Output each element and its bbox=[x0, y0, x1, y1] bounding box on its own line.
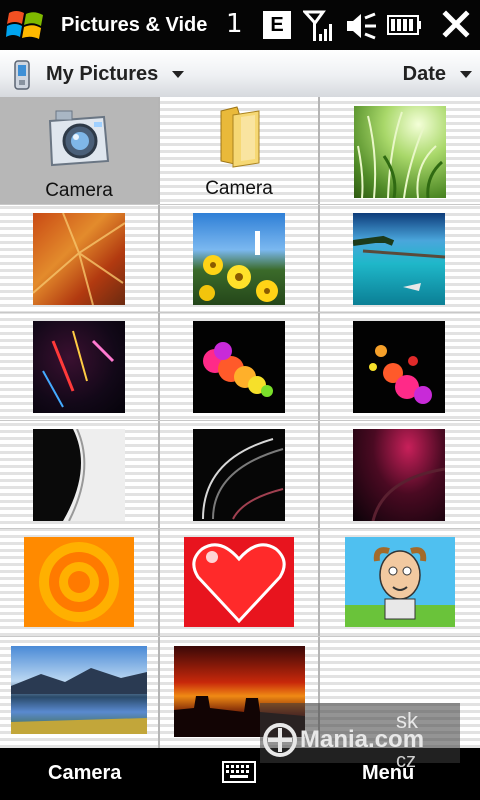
close-icon[interactable] bbox=[440, 8, 472, 40]
sort-dropdown[interactable]: Date bbox=[403, 61, 472, 87]
tropical-pier-photo bbox=[353, 213, 445, 305]
grid-divider bbox=[0, 420, 480, 421]
photo-thumbnail[interactable] bbox=[160, 421, 318, 528]
photo-thumbnail[interactable] bbox=[320, 97, 478, 204]
folder-dropdown-label: My Pictures bbox=[46, 63, 159, 85]
camera-icon bbox=[48, 110, 110, 167]
watermark-cz: cz bbox=[396, 750, 416, 772]
photo-thumbnail[interactable] bbox=[160, 205, 318, 312]
folder-header: My Pictures Date bbox=[0, 50, 480, 98]
yellow-flowers-photo bbox=[193, 213, 285, 305]
windows-start-icon[interactable] bbox=[6, 7, 46, 43]
signal-icon[interactable] bbox=[303, 10, 333, 42]
photo-thumbnail[interactable] bbox=[320, 529, 478, 636]
cartoon-man-photo bbox=[345, 537, 455, 627]
photo-thumbnail[interactable] bbox=[320, 205, 478, 312]
grid-divider bbox=[158, 97, 160, 748]
camera-folder[interactable]: Camera bbox=[160, 97, 318, 204]
device-icon bbox=[14, 60, 30, 90]
keyboard-icon[interactable] bbox=[222, 761, 256, 783]
battery-icon[interactable] bbox=[387, 14, 421, 36]
folder-icon bbox=[220, 106, 260, 168]
photo-thumbnail[interactable] bbox=[160, 313, 318, 420]
sort-dropdown-label: Date bbox=[402, 63, 446, 85]
autumn-leaf-photo bbox=[33, 213, 125, 305]
grass-photo bbox=[354, 106, 446, 198]
mountain-lake-photo bbox=[11, 646, 147, 734]
grid-divider bbox=[0, 312, 480, 313]
color-bubbles-2-photo bbox=[353, 321, 445, 413]
photo-thumbnail[interactable] bbox=[0, 529, 158, 636]
folder-dropdown[interactable]: My Pictures bbox=[46, 61, 185, 87]
color-bubbles-photo bbox=[193, 321, 285, 413]
smania-logo-icon bbox=[263, 723, 297, 757]
grid-divider bbox=[0, 204, 480, 205]
photo-thumbnail[interactable] bbox=[160, 529, 318, 636]
light-streaks-photo bbox=[33, 321, 125, 413]
photo-thumbnail[interactable] bbox=[0, 313, 158, 420]
orange-target-photo bbox=[24, 537, 134, 627]
app-title: Pictures & Videos bbox=[61, 14, 208, 36]
grid-divider bbox=[0, 528, 480, 529]
dark-swirl-photo bbox=[193, 429, 285, 521]
grid-divider bbox=[0, 636, 480, 637]
photo-thumbnail[interactable] bbox=[320, 421, 478, 528]
photo-thumbnail[interactable] bbox=[0, 421, 158, 528]
photo-thumbnail[interactable] bbox=[0, 637, 158, 744]
pink-glow-photo bbox=[353, 429, 445, 521]
camera-folder-label: Camera bbox=[205, 178, 273, 199]
red-heart-photo bbox=[184, 537, 294, 627]
photo-thumbnail[interactable] bbox=[0, 205, 158, 312]
thumbnail-grid: Camera Camera bbox=[0, 97, 480, 748]
notification-count[interactable]: 1 bbox=[226, 8, 243, 40]
camera-launcher-label: Camera bbox=[45, 180, 113, 201]
silver-curve-photo bbox=[33, 429, 125, 521]
network-type-badge: E bbox=[263, 11, 291, 39]
camera-softkey[interactable]: Camera bbox=[48, 762, 121, 785]
watermark-sk: sk bbox=[396, 708, 418, 733]
volume-muted-icon[interactable] bbox=[345, 12, 377, 40]
chevron-down-icon bbox=[172, 71, 185, 79]
grid-divider bbox=[318, 97, 320, 748]
chevron-down-icon bbox=[460, 71, 472, 79]
photo-thumbnail[interactable] bbox=[320, 313, 478, 420]
camera-launcher[interactable]: Camera bbox=[0, 97, 158, 204]
title-bar: Pictures & Videos 1 E bbox=[0, 0, 480, 50]
